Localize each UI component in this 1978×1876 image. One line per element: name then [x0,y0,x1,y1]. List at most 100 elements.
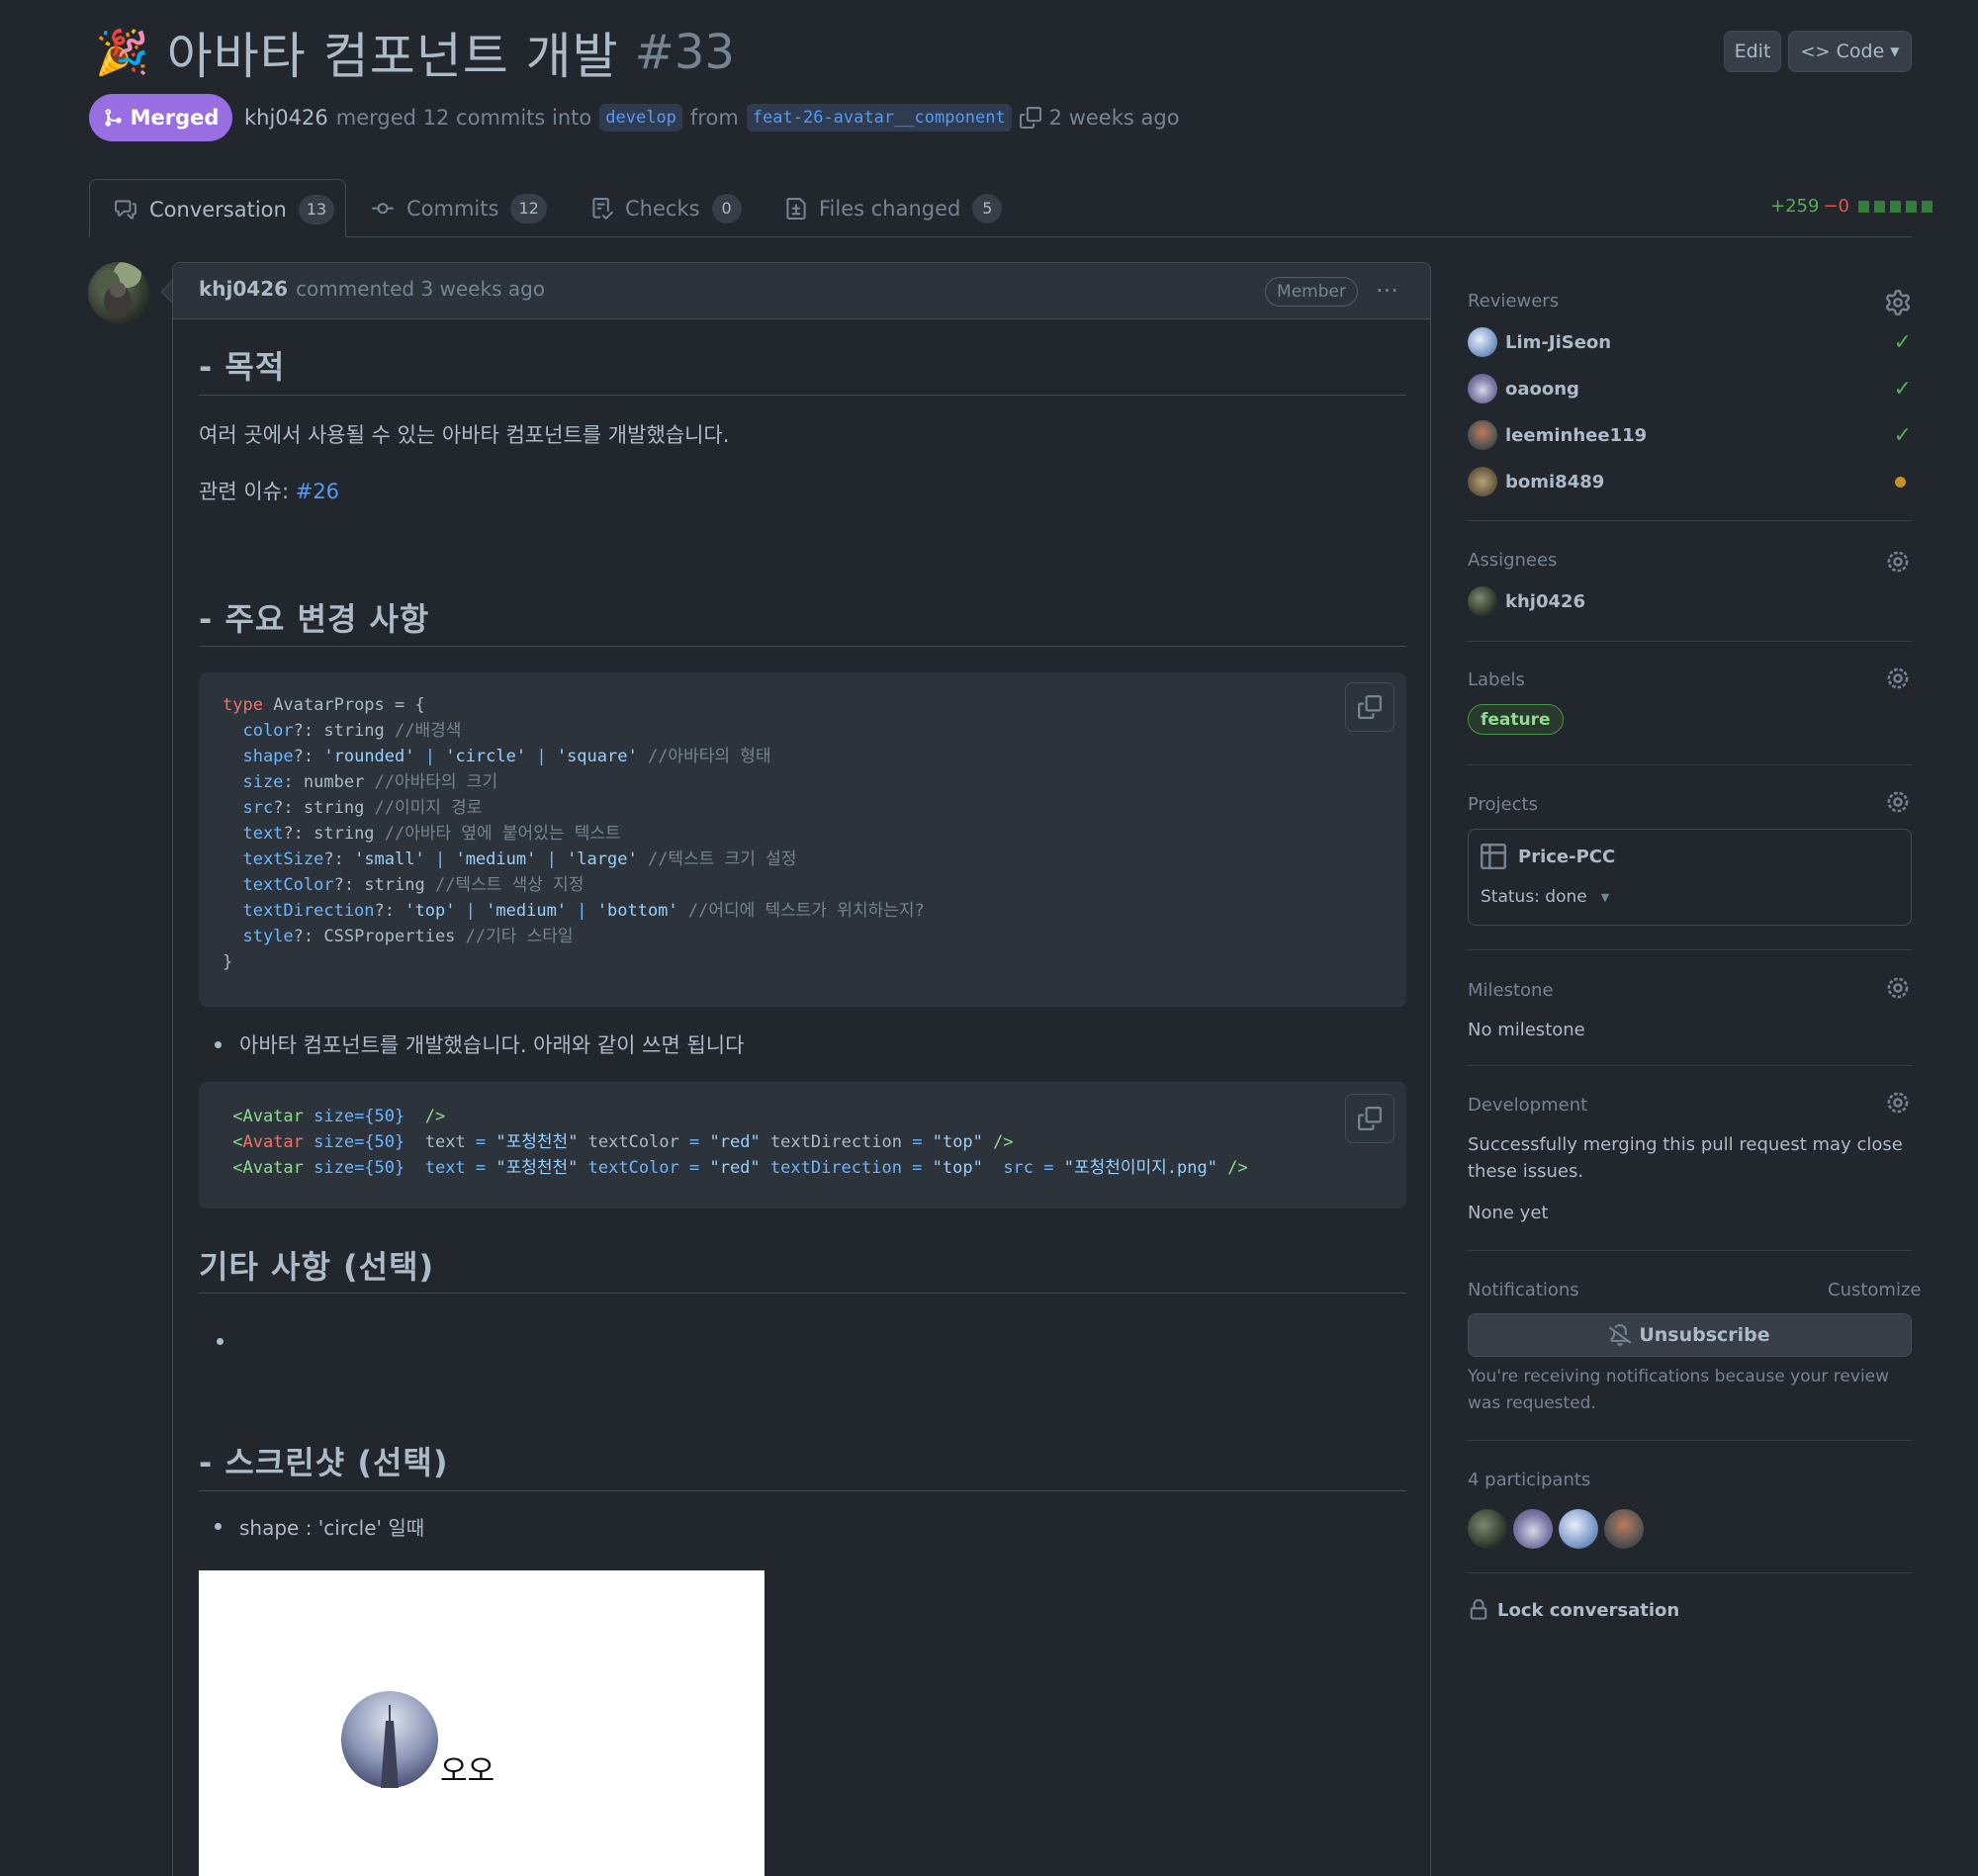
diffstat-block [1906,200,1917,213]
table-icon [1481,844,1506,869]
code-line: <Avatar size={50} text = "포청천천" textColo… [223,1129,1248,1155]
check-icon: ✓ [1893,422,1912,448]
reviewer-row[interactable]: leeminhee119 ✓ [1468,418,1912,452]
code-block-content: type AvatarProps = { color?: string //배경… [223,692,925,975]
code-token: = [475,1132,487,1152]
comment-box: khj0426 commented 3 weeks ago Member ···… [172,262,1431,1876]
copy-icon[interactable] [1019,107,1041,129]
git-commit-icon [372,202,394,214]
copy-code-button[interactable] [1345,1094,1394,1143]
code-button[interactable]: <> Code ▼ [1788,31,1912,72]
reviewer-row[interactable]: Lim-JiSeon ✓ [1468,325,1912,359]
diffstat-block [1874,200,1885,213]
code-token: textColor [578,1132,690,1152]
code-token: //배경색 [395,721,462,741]
file-diff-icon [786,197,806,220]
heading-etc: 기타 사항 (선택) [199,1248,435,1286]
reviewer-name: bomi8489 [1505,471,1605,492]
heading-purpose: - 목적 [199,348,286,386]
tab-conversation[interactable]: Conversation 13 [89,179,346,237]
comment-timestamp[interactable]: commented 3 weeks ago [296,277,545,301]
reviewer-avatar [1468,467,1497,496]
shape-text: shape : 'circle' 일때 [239,1516,425,1540]
purpose-text: 여러 곳에서 사용될 수 있는 아바타 컴포넌트를 개발했습니다. [199,423,730,447]
pending-dot-icon [1895,476,1906,488]
participant-avatar[interactable] [1559,1509,1598,1549]
milestone-gear-icon[interactable] [1885,975,1911,1001]
code-button-label: Code [1836,41,1885,62]
code-token: <Avatar [223,1158,304,1178]
tab-commits[interactable]: Commits 12 [371,179,547,237]
merge-time: 2 weeks ago [1048,106,1180,130]
heading-screenshot: - 스크린샷 (선택) [199,1444,449,1481]
code-token: 'medium' [455,849,537,869]
reviewer-name: Lim-JiSeon [1505,331,1612,353]
lock-conversation-link[interactable]: Lock conversation [1468,1599,1679,1621]
project-status-dropdown[interactable]: Status: done ▼ [1481,887,1609,907]
pr-title-row: 🎉 아바타 컴포넌트 개발 #33 [95,18,735,87]
code-line: color?: string //배경색 [223,718,925,744]
code-line: textSize?: 'small' | 'medium' | 'large' … [223,847,925,872]
customize-link[interactable]: Customize [1828,1280,1921,1300]
copy-code-button[interactable] [1345,682,1394,732]
code-line: textColor?: string //텍스트 색상 지정 [223,872,925,898]
code-token: color [223,721,294,741]
tab-commits-count: 12 [510,193,547,223]
code-token: <Avatar [223,1107,304,1126]
reviewers-gear-icon[interactable] [1885,290,1911,315]
base-branch[interactable]: develop [599,104,682,132]
milestone-value: No milestone [1468,1020,1585,1040]
pr-author-link[interactable]: khj0426 [244,106,328,130]
unsubscribe-button[interactable]: Unsubscribe [1468,1313,1912,1357]
assignee-row[interactable]: khj0426 [1468,584,1912,618]
lock-conversation-label: Lock conversation [1497,1599,1680,1621]
additions-count: +259 [1770,196,1820,217]
feature-label[interactable]: feature [1468,704,1564,735]
tab-checks[interactable]: Checks 0 [591,179,742,237]
participant-avatar[interactable] [1604,1509,1644,1549]
reviewer-row[interactable]: oaoong ✓ [1468,372,1912,405]
code-token: | [414,747,446,766]
comment-author-link[interactable]: khj0426 [199,277,288,301]
issue-link[interactable]: #26 [296,480,339,503]
head-branch[interactable]: feat-26-avatar__component [746,104,1012,132]
participant-avatar[interactable] [1468,1509,1507,1549]
code-token: ?: string [273,798,375,818]
code-token: ?: string [283,824,385,844]
labels-gear-icon[interactable] [1885,666,1911,691]
code-line: size: number //아바타의 크기 [223,769,925,795]
projects-gear-icon[interactable] [1885,789,1911,815]
screenshot-image[interactable]: 오오 [199,1570,764,1876]
participant-avatar[interactable] [1513,1509,1553,1549]
lock-icon [1470,1599,1487,1620]
reviewer-avatar [1468,374,1497,403]
tab-conversation-count: 13 [298,194,335,224]
tab-checks-label: Checks [625,196,700,221]
copy-icon [1358,1107,1382,1130]
assignees-gear-icon[interactable] [1885,549,1911,575]
code-token: "top" [932,1158,983,1178]
edit-button[interactable]: Edit [1724,31,1781,72]
project-row[interactable]: Price-PCC [1481,844,1615,869]
participants-title: 4 participants [1468,1470,1591,1490]
code-token: AvatarProps = { [262,695,425,715]
reviewer-row[interactable]: bomi8489 [1468,465,1912,498]
labels-title: Labels [1468,670,1525,690]
bullet-dot [215,1523,222,1530]
merged-status-badge: Merged [89,94,232,141]
reviewer-name: leeminhee119 [1505,424,1648,446]
reviewer-name: oaoong [1505,378,1579,400]
comment-author-avatar[interactable] [88,262,149,323]
reviewer-avatar [1468,327,1497,357]
code-token: size={50} [303,1107,405,1126]
kebab-menu-icon[interactable]: ··· [1376,277,1398,305]
code-token: text [223,824,284,844]
assignee-name: khj0426 [1505,590,1586,612]
development-gear-icon[interactable] [1885,1090,1911,1116]
code-line: shape?: 'rounded' | 'circle' | 'square' … [223,744,925,769]
code-token: "red" [699,1132,761,1152]
tab-files-changed[interactable]: Files changed 5 [785,179,1003,237]
triangle-down-icon: ▼ [1890,45,1900,58]
code-block-content: <Avatar size={50} /> <Avatar size={50} t… [223,1104,1248,1181]
diffstat-block [1922,200,1933,213]
